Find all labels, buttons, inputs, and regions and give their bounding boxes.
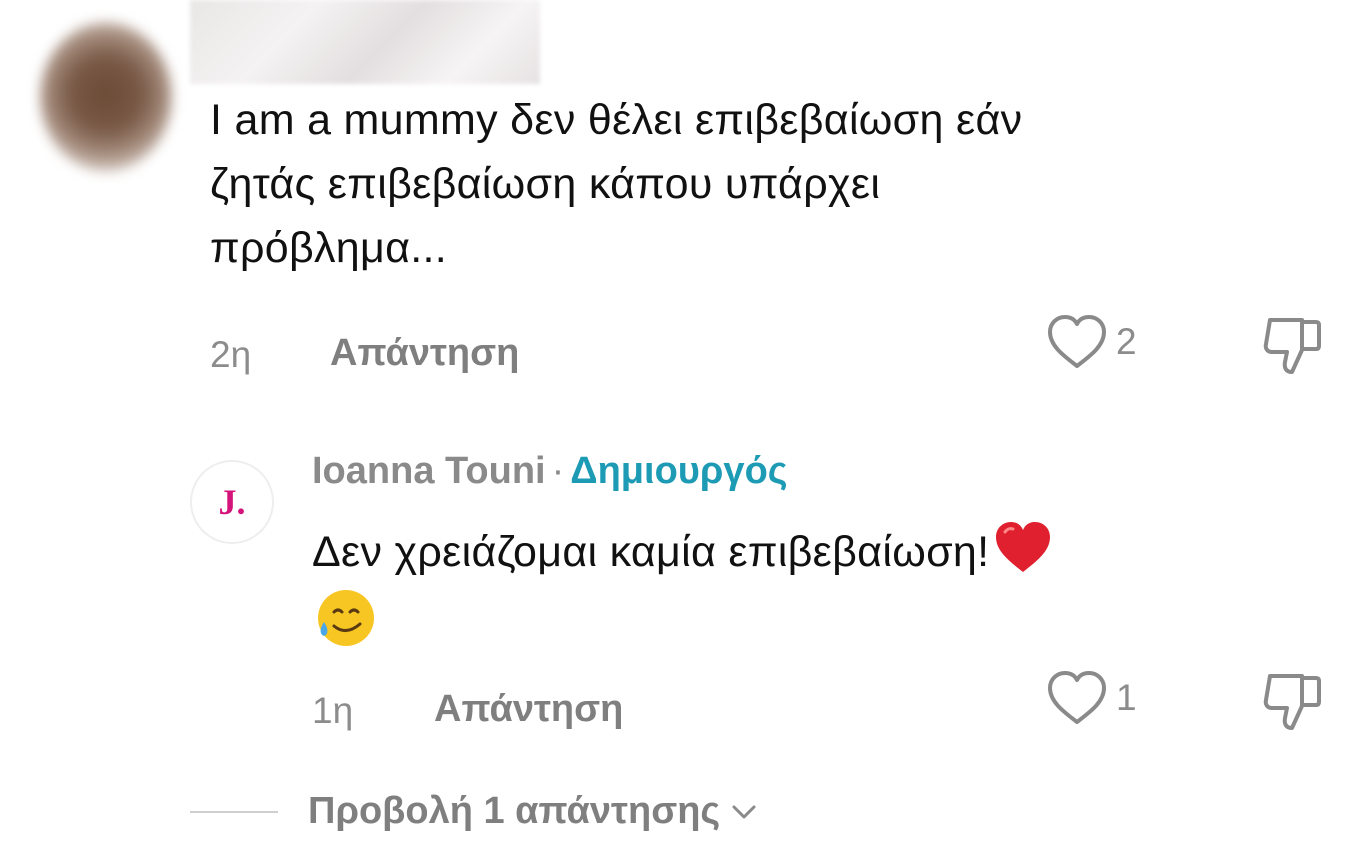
chevron-down-icon xyxy=(732,805,756,818)
heart-outline-icon xyxy=(1048,315,1106,368)
view-replies-label: Προβολή 1 απάντησης xyxy=(308,790,721,832)
comment-text-line: πρόβλημα... xyxy=(210,224,447,272)
comment-text-line: I am a mummy δεν θέλει επιβεβαίωση εάν xyxy=(210,96,1023,144)
thumbs-down-icon xyxy=(1263,318,1321,374)
commenter-username-blurred[interactable] xyxy=(190,0,540,84)
creator-avatar-letter: J. xyxy=(218,482,246,522)
comment-text: I am a mummy δεν θέλει επιβεβαίωση εάν ζ… xyxy=(210,88,1022,280)
divider-line xyxy=(190,810,278,813)
creator-avatar[interactable]: J. xyxy=(190,460,274,544)
comment-timestamp: 2η xyxy=(210,334,252,375)
reply-button[interactable]: Απάντηση xyxy=(330,332,519,375)
author-separator: · xyxy=(551,450,565,492)
reply-author-line: Ioanna Touni · Δημιουργός xyxy=(312,450,788,493)
like-button[interactable]: 1 xyxy=(1046,670,1137,726)
like-button[interactable]: 2 xyxy=(1046,314,1137,370)
reply-author-name[interactable]: Ioanna Touni xyxy=(312,450,546,492)
view-replies-button[interactable]: Προβολή 1 απάντησης xyxy=(190,790,758,833)
like-count: 1 xyxy=(1116,677,1137,718)
like-count: 2 xyxy=(1116,321,1137,362)
smiling-face-with-tear-emoji xyxy=(318,590,374,646)
heart-emoji xyxy=(996,522,1051,572)
reply-timestamp: 1η xyxy=(312,690,354,731)
heart-outline-icon xyxy=(1048,671,1106,724)
dislike-button[interactable] xyxy=(1262,316,1324,381)
reply-text-line xyxy=(312,584,1053,666)
commenter-avatar[interactable] xyxy=(40,22,172,172)
creator-badge: Δημιουργός xyxy=(570,450,788,492)
reply-text-content: Δεν χρειάζομαι καμία επιβεβαίωση! xyxy=(312,528,990,576)
reply-button[interactable]: Απάντηση xyxy=(434,688,623,731)
dislike-button[interactable] xyxy=(1262,672,1324,737)
reply-text-line: Δεν χρειάζομαι καμία επιβεβαίωση! xyxy=(312,520,1053,584)
comment-text-line: ζητάς επιβεβαίωση κάπου υπάρχει xyxy=(210,160,881,208)
thumbs-down-icon xyxy=(1263,674,1321,730)
comments-screen: I am a mummy δεν θέλει επιβεβαίωση εάν ζ… xyxy=(0,0,1360,854)
reply-text: Δεν χρειάζομαι καμία επιβεβαίωση! xyxy=(312,520,1053,666)
